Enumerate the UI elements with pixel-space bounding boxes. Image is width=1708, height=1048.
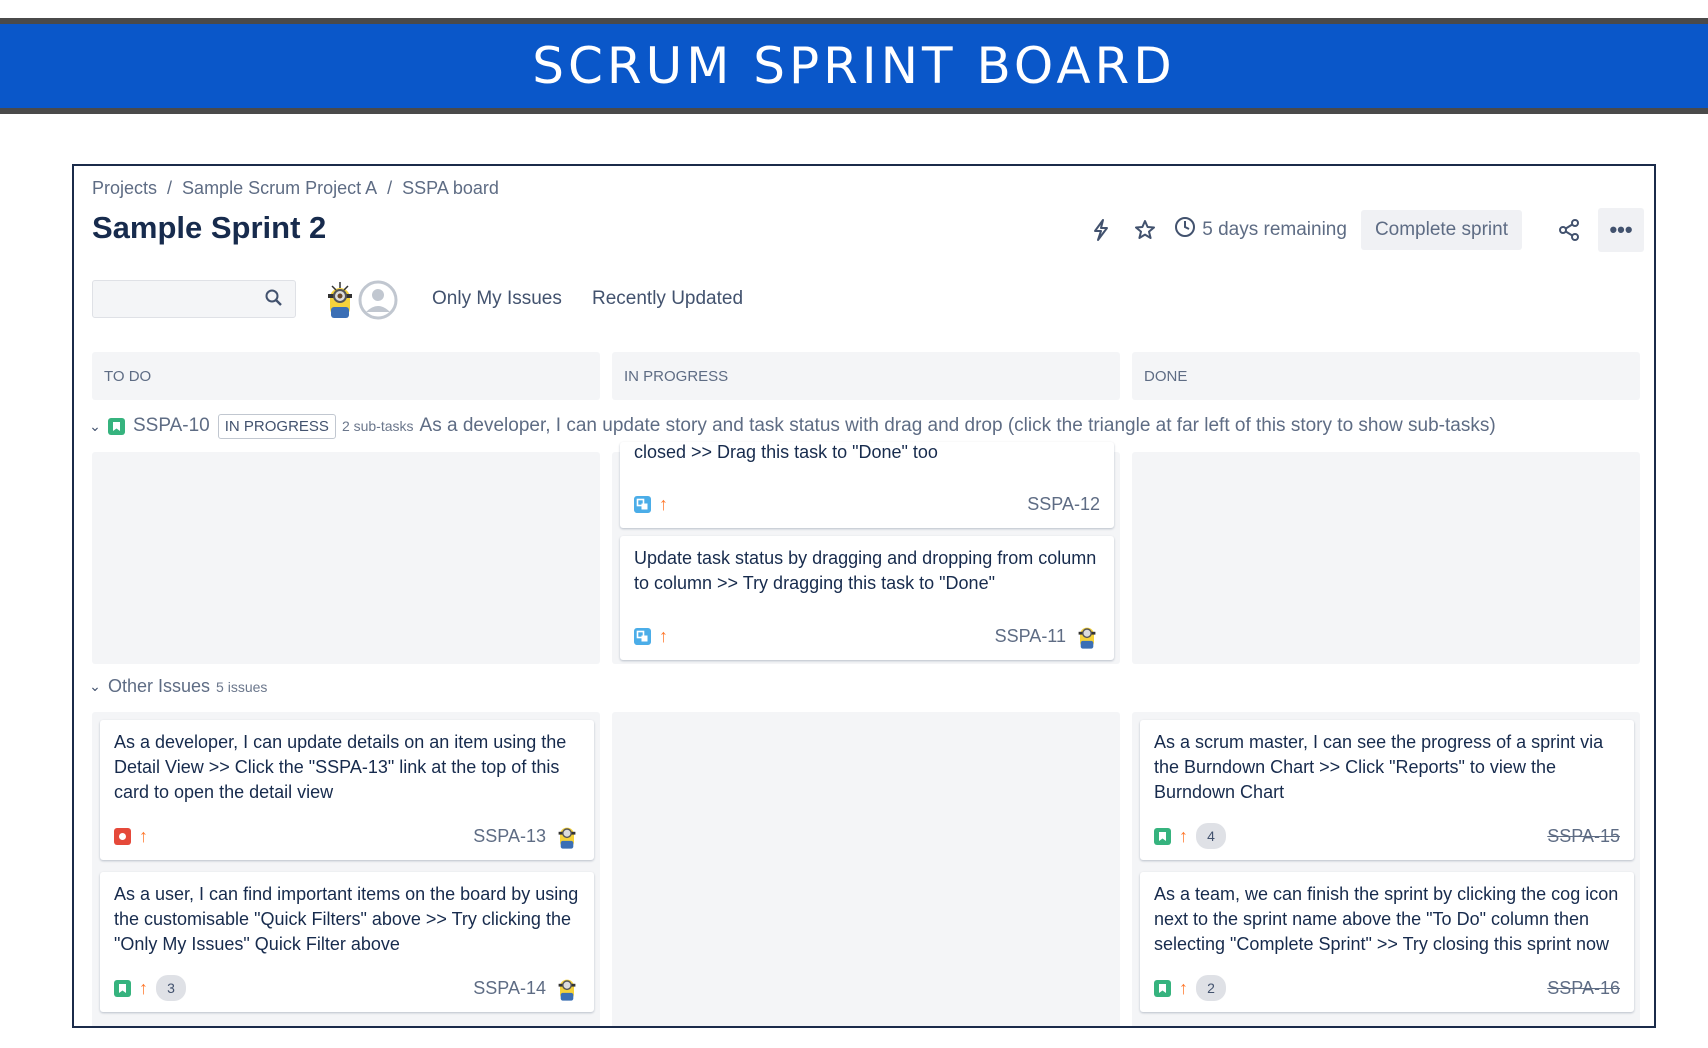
lane-done-sspa-10[interactable] — [1132, 452, 1640, 664]
issue-key[interactable]: SSPA-15 — [1547, 826, 1620, 847]
subtask-icon — [634, 627, 651, 645]
card-footer: ↑ SSPA-12 — [634, 490, 1100, 518]
assignee-avatar[interactable] — [554, 974, 580, 1002]
other-issues-count: 5 issues — [216, 678, 268, 695]
breadcrumb-separator: / — [167, 178, 173, 198]
issue-key[interactable]: SSPA-16 — [1547, 978, 1620, 999]
swimlane-header-other-issues[interactable]: ⌄ Other Issues 5 issues — [88, 676, 267, 697]
breadcrumb: Projects / Sample Scrum Project A / SSPA… — [92, 178, 499, 199]
priority-high-icon: ↑ — [139, 977, 148, 998]
breadcrumb-board[interactable]: SSPA board — [402, 178, 499, 199]
card-footer: ↑ SSPA-13 — [114, 822, 580, 850]
story-points-badge: 3 — [156, 975, 186, 1001]
sprint-toolbar: 5 days remaining Complete sprint ••• — [1086, 208, 1644, 252]
sprint-remaining: 5 days remaining — [1174, 216, 1347, 244]
card-summary: As a developer, I can update details on … — [114, 732, 567, 802]
ellipsis-icon: ••• — [1609, 217, 1633, 242]
clock-icon — [1174, 216, 1196, 244]
breadcrumb-project[interactable]: Sample Scrum Project A — [182, 178, 377, 199]
priority-high-icon: ↑ — [1179, 825, 1188, 846]
issue-key[interactable]: SSPA-14 — [473, 978, 546, 999]
issue-card-sspa-14[interactable]: As a user, I can find important items on… — [100, 872, 594, 1012]
story-icon — [108, 417, 125, 435]
column-header-todo: TO DO — [92, 352, 600, 400]
search-icon — [265, 289, 282, 306]
complete-sprint-button[interactable]: Complete sprint — [1360, 210, 1522, 250]
lane-in-progress-other[interactable] — [612, 712, 1120, 1026]
story-icon — [114, 979, 131, 997]
search-input[interactable] — [92, 280, 296, 318]
issue-card-sspa-16[interactable]: As a team, we can finish the sprint by c… — [1140, 872, 1634, 1012]
lane-todo-sspa-10[interactable] — [92, 452, 600, 664]
chevron-down-icon[interactable]: ⌄ — [88, 418, 102, 435]
status-badge: IN PROGRESS — [217, 413, 336, 439]
priority-high-icon: ↑ — [1179, 977, 1188, 998]
swimlane-header-sspa-10[interactable]: ⌄ SSPA-10 IN PROGRESS 2 sub-tasks As a d… — [88, 410, 1496, 442]
card-summary: closed >> Drag this task to "Done" too — [634, 442, 938, 462]
more-actions-button[interactable]: ••• — [1598, 208, 1644, 252]
user-avatar-default[interactable] — [358, 280, 398, 320]
bug-icon — [114, 827, 131, 845]
banner-bottom-bar — [0, 108, 1708, 114]
issue-card-sspa-12[interactable]: closed >> Drag this task to "Done" too ↑… — [620, 442, 1114, 528]
user-avatar-minion[interactable] — [322, 280, 358, 320]
banner: SCRUM SPRINT BOARD — [0, 24, 1708, 108]
breadcrumb-projects[interactable]: Projects — [92, 178, 157, 199]
page-title: Sample Sprint 2 — [92, 210, 327, 245]
chevron-down-icon[interactable]: ⌄ — [88, 678, 102, 695]
priority-high-icon: ↑ — [659, 493, 668, 514]
remaining-text: 5 days remaining — [1202, 219, 1347, 240]
quick-filter-recently-updated[interactable]: Recently Updated — [592, 288, 743, 310]
issue-key[interactable]: SSPA-12 — [1027, 494, 1100, 515]
lightning-icon[interactable] — [1086, 215, 1116, 245]
swimlane-key[interactable]: SSPA-10 — [133, 415, 210, 437]
card-summary: Update task status by dragging and dropp… — [634, 548, 1097, 593]
story-icon — [1154, 827, 1171, 845]
card-summary: As a team, we can finish the sprint by c… — [1154, 884, 1619, 954]
story-icon — [1154, 979, 1171, 997]
column-header-done: DONE — [1132, 352, 1640, 400]
issue-card-sspa-13[interactable]: As a developer, I can update details on … — [100, 720, 594, 860]
quick-filter-only-my-issues[interactable]: Only My Issues — [432, 288, 562, 310]
subtask-count: 2 sub-tasks — [341, 418, 414, 434]
swimlane-summary: As a developer, I can update story and t… — [419, 415, 1496, 436]
story-points-badge: 4 — [1196, 823, 1226, 849]
column-header-in-progress: IN PROGRESS — [612, 352, 1120, 400]
breadcrumb-separator: / — [387, 178, 393, 198]
card-footer: ↑ 2 SSPA-16 — [1154, 974, 1620, 1002]
other-issues-label: Other Issues — [108, 676, 211, 696]
card-footer: ↑ 4 SSPA-15 — [1154, 822, 1620, 850]
scrum-board: Projects / Sample Scrum Project A / SSPA… — [72, 164, 1656, 1028]
banner-title: SCRUM SPRINT BOARD — [532, 37, 1176, 95]
card-summary: As a scrum master, I can see the progres… — [1154, 732, 1604, 802]
assignee-avatar[interactable] — [1074, 622, 1100, 650]
card-summary: As a user, I can find important items on… — [114, 884, 579, 954]
issue-key[interactable]: SSPA-11 — [995, 626, 1066, 647]
card-footer: ↑ 3 SSPA-14 — [114, 974, 580, 1002]
issue-card-sspa-11[interactable]: Update task status by dragging and dropp… — [620, 536, 1114, 660]
share-icon[interactable] — [1554, 215, 1584, 245]
assignee-avatar[interactable] — [554, 822, 580, 850]
priority-high-icon: ↑ — [659, 625, 668, 646]
card-footer: ↑ SSPA-11 — [634, 622, 1100, 650]
issue-key[interactable]: SSPA-13 — [473, 826, 546, 847]
subtask-icon — [634, 495, 651, 513]
story-points-badge: 2 — [1196, 975, 1226, 1001]
star-icon[interactable] — [1130, 215, 1160, 245]
issue-card-sspa-15[interactable]: As a scrum master, I can see the progres… — [1140, 720, 1634, 860]
priority-high-icon: ↑ — [139, 825, 148, 846]
